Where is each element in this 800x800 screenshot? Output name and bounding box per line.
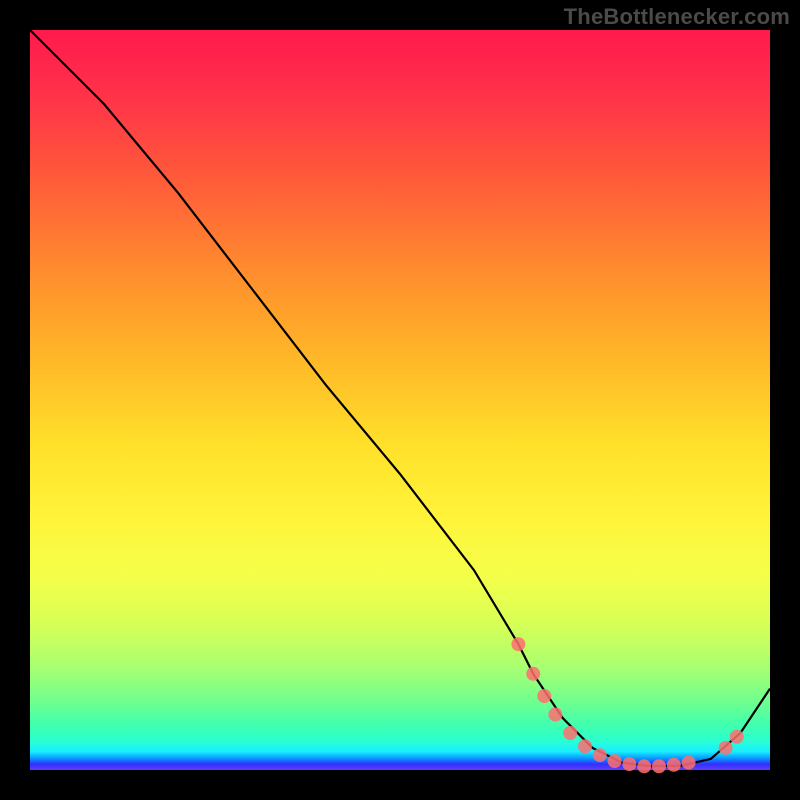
curve-marker bbox=[548, 708, 562, 722]
curve-marker bbox=[511, 637, 525, 651]
curve-layer bbox=[30, 30, 770, 770]
curve-markers bbox=[511, 637, 743, 773]
attribution-text: TheBottlenecker.com bbox=[564, 4, 790, 30]
curve-marker bbox=[578, 739, 592, 753]
bottleneck-curve-line bbox=[30, 30, 770, 766]
curve-marker bbox=[719, 741, 733, 755]
curve-marker bbox=[608, 754, 622, 768]
curve-marker bbox=[622, 757, 636, 771]
curve-marker bbox=[730, 730, 744, 744]
chart-root: TheBottlenecker.com bbox=[0, 0, 800, 800]
curve-marker bbox=[526, 667, 540, 681]
curve-marker bbox=[652, 759, 666, 773]
curve-marker bbox=[682, 756, 696, 770]
curve-marker bbox=[537, 689, 551, 703]
curve-marker bbox=[593, 748, 607, 762]
plot-area bbox=[30, 30, 770, 770]
curve-marker bbox=[667, 758, 681, 772]
curve-marker bbox=[563, 726, 577, 740]
curve-marker bbox=[637, 759, 651, 773]
